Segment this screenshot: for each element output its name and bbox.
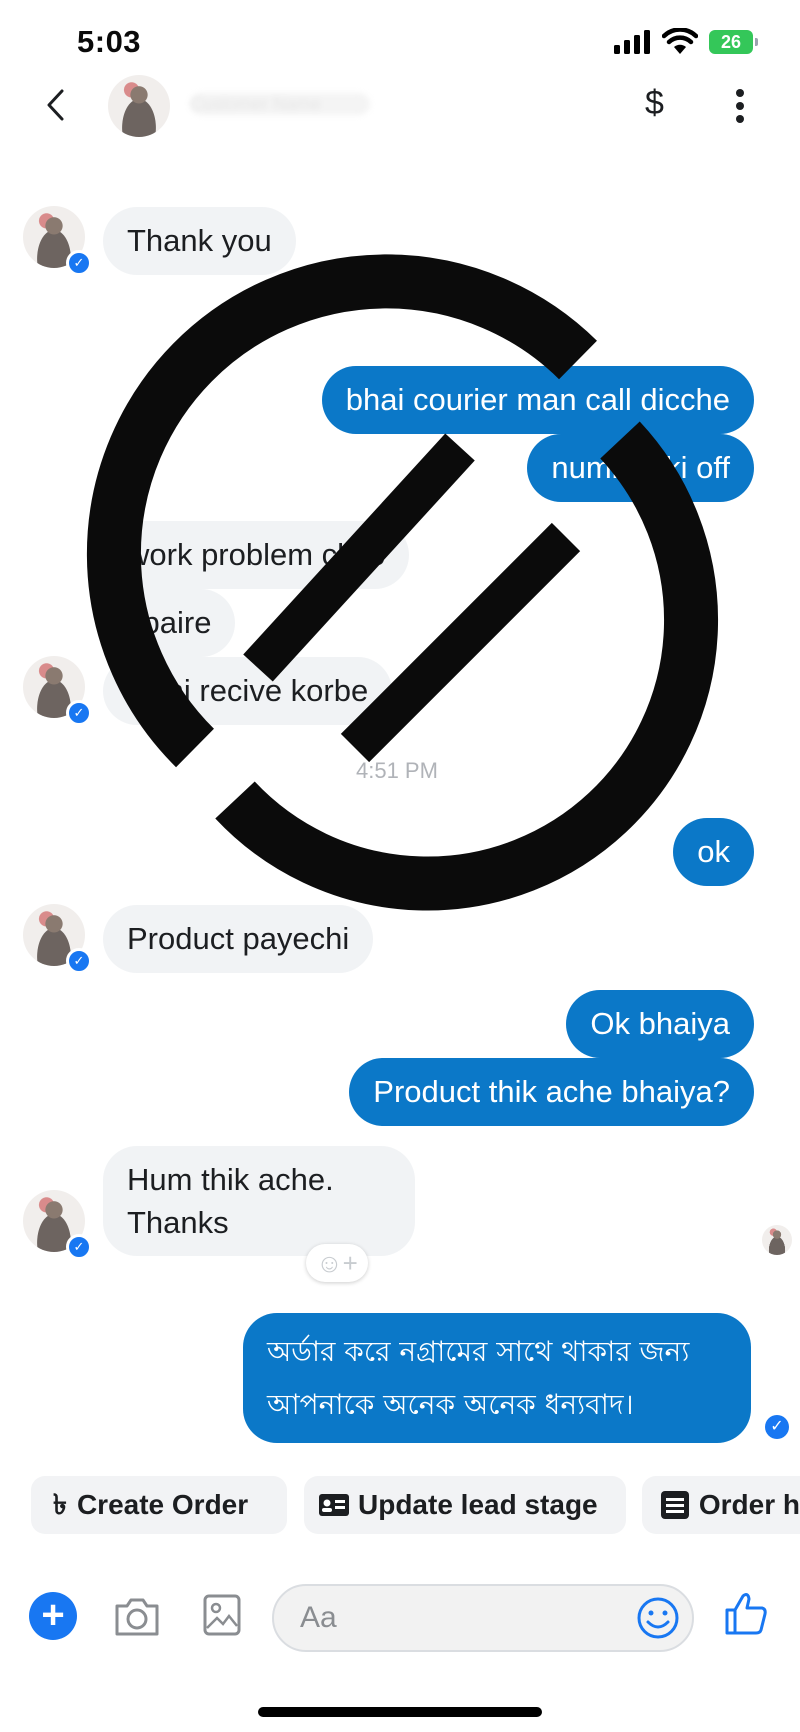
seen-avatar — [762, 1225, 792, 1255]
outgoing-message[interactable]: bhai courier man call dicche — [321, 366, 754, 434]
messenger-badge-icon: ✓ — [66, 700, 92, 726]
delivered-check-icon: ✓ — [765, 1415, 789, 1439]
order-history-label: Order h — [698, 1489, 800, 1520]
incoming-message[interactable]: work problem chilo — [103, 521, 410, 589]
message-input-placeholder: Aa — [300, 1601, 337, 1634]
order-history-button[interactable]: Order h — [642, 1476, 800, 1534]
message-timestamp: 4:51 PM — [356, 758, 438, 783]
incoming-message[interactable]: Hum thik ache. Thanks — [103, 1146, 415, 1256]
camera-icon[interactable] — [113, 1596, 161, 1638]
signal-icon — [614, 30, 650, 54]
message-line: আপনাকে অনেক অনেক ধন্যবাদ। — [267, 1388, 634, 1421]
emoji-icon[interactable] — [636, 1596, 680, 1640]
plus-icon[interactable]: + — [29, 1592, 77, 1640]
message-input[interactable]: Aa — [272, 1584, 694, 1652]
taka-icon: ৳ — [53, 1489, 67, 1520]
gallery-icon[interactable] — [203, 1594, 241, 1636]
messenger-badge-icon: ✓ — [66, 1234, 92, 1260]
back-chevron-icon[interactable] — [44, 88, 66, 122]
more-options-icon[interactable] — [734, 88, 746, 124]
status-time: 5:03 — [77, 24, 142, 59]
wifi-icon — [662, 28, 698, 54]
dollar-icon[interactable]: $ — [645, 84, 664, 123]
add-reaction-icon[interactable]: ☺+ — [306, 1244, 368, 1282]
id-card-icon — [319, 1494, 349, 1516]
create-order-button[interactable]: ৳ Create Order — [31, 1476, 287, 1534]
battery-indicator: 26 — [709, 30, 758, 54]
update-lead-label: Update lead stage — [358, 1489, 598, 1520]
outgoing-message[interactable]: ok — [673, 818, 754, 886]
incoming-message[interactable]: Product payechi — [103, 905, 374, 973]
messenger-badge-icon: ✓ — [66, 948, 92, 974]
message-line: অর্ডার করে নগ্রামের সাথে থাকার জন্য — [267, 1335, 690, 1368]
contact-avatar[interactable] — [108, 75, 170, 137]
incoming-message[interactable]: dichi recive korbe — [103, 657, 393, 725]
outgoing-message[interactable]: অর্ডার করে নগ্রামের সাথে থাকার জন্য আপনা… — [243, 1313, 751, 1443]
home-indicator — [258, 1707, 542, 1717]
update-lead-stage-button[interactable]: Update lead stage — [304, 1476, 626, 1534]
message-line: Hum thik ache. — [127, 1162, 334, 1197]
like-thumbs-up-icon[interactable] — [724, 1590, 768, 1636]
message-line: Thanks — [127, 1205, 229, 1240]
contact-name[interactable]: Customer Name — [190, 93, 370, 115]
list-icon — [661, 1491, 689, 1519]
outgoing-message[interactable]: Product thik ache bhaiya? — [349, 1058, 754, 1126]
outgoing-message[interactable]: number ki off — [527, 434, 754, 502]
create-order-label: Create Order — [76, 1489, 249, 1520]
outgoing-message[interactable]: Ok bhaiya — [566, 990, 754, 1058]
incoming-message[interactable]: i baire — [103, 589, 236, 657]
messenger-badge-icon: ✓ — [66, 250, 92, 276]
incoming-message[interactable]: Thank you — [103, 207, 296, 275]
